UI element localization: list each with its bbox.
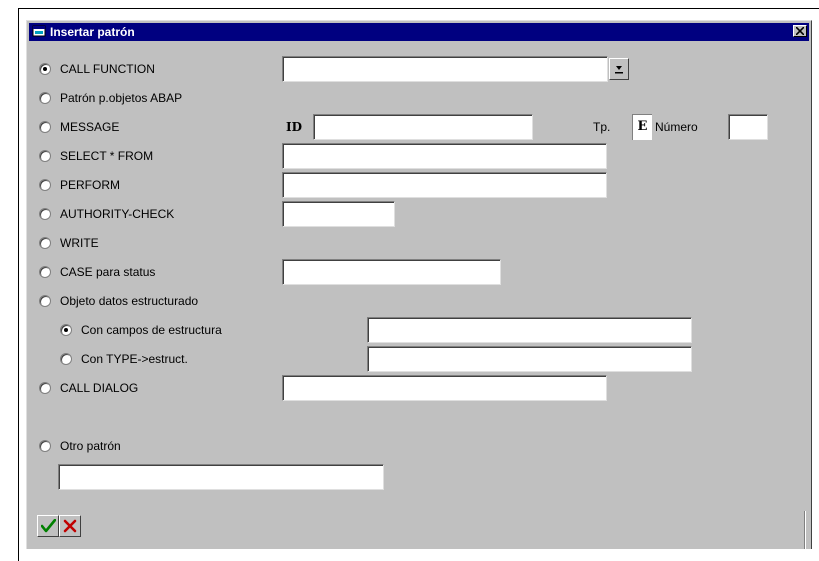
- checkmark-icon: [41, 519, 56, 533]
- message-numero-input[interactable]: [728, 114, 768, 140]
- window-icon: [32, 25, 46, 37]
- label-patron-objetos-abap: Patrón p.objetos ABAP: [60, 91, 183, 105]
- cancel-button[interactable]: [59, 515, 81, 537]
- radio-otro-patron[interactable]: [39, 440, 51, 452]
- call-dialog-input[interactable]: [282, 375, 607, 401]
- call-function-input[interactable]: [282, 56, 608, 82]
- label-authority-check: AUTHORITY-CHECK: [60, 207, 175, 221]
- label-call-function: CALL FUNCTION: [60, 62, 155, 76]
- label-otro-patron: Otro patrón: [60, 439, 121, 453]
- otro-patron-input[interactable]: [58, 464, 384, 490]
- radio-con-campos[interactable]: [60, 324, 72, 336]
- label-tp: Tp.: [593, 120, 611, 134]
- radio-call-function[interactable]: [39, 63, 51, 75]
- radio-con-type[interactable]: [60, 353, 72, 365]
- select-from-input[interactable]: [282, 143, 607, 169]
- label-message: MESSAGE: [60, 120, 120, 134]
- message-id-input[interactable]: [313, 114, 533, 140]
- dropdown-arrow-icon: [615, 66, 623, 74]
- close-icon: [796, 27, 804, 35]
- message-type-value[interactable]: E: [632, 114, 652, 140]
- radio-selected-dot: [64, 328, 68, 332]
- insert-pattern-dialog: Insertar patrón CALL FUNCTION Patrón p.o…: [26, 20, 812, 549]
- label-select-from: SELECT * FROM: [60, 149, 154, 163]
- radio-write[interactable]: [39, 237, 51, 249]
- authority-check-input[interactable]: [282, 201, 395, 227]
- radio-authority-check[interactable]: [39, 208, 51, 220]
- label-numero: Número: [655, 120, 698, 134]
- call-function-dropdown-button[interactable]: [609, 58, 629, 80]
- label-objeto-datos: Objeto datos estructurado: [60, 294, 199, 308]
- frame-line-top: [18, 8, 819, 9]
- status-separator: [804, 511, 806, 549]
- case-status-input[interactable]: [282, 259, 501, 285]
- window-title: Insertar patrón: [50, 25, 135, 39]
- label-message-id: ID: [286, 120, 303, 134]
- perform-input[interactable]: [282, 172, 607, 198]
- frame-line-left: [18, 8, 19, 561]
- label-call-dialog: CALL DIALOG: [60, 381, 139, 395]
- radio-message[interactable]: [39, 121, 51, 133]
- cancel-x-icon: [63, 519, 77, 533]
- radio-selected-dot: [43, 67, 47, 71]
- radio-patron-objetos-abap[interactable]: [39, 92, 51, 104]
- confirm-button[interactable]: [37, 515, 59, 537]
- radio-objeto-datos[interactable]: [39, 295, 51, 307]
- radio-case-status[interactable]: [39, 266, 51, 278]
- radio-call-dialog[interactable]: [39, 382, 51, 394]
- label-perform: PERFORM: [60, 178, 120, 192]
- title-bar: Insertar patrón: [29, 23, 809, 41]
- con-campos-input[interactable]: [367, 317, 692, 343]
- con-type-input[interactable]: [367, 346, 692, 372]
- radio-select-from[interactable]: [39, 150, 51, 162]
- radio-perform[interactable]: [39, 179, 51, 191]
- label-con-campos: Con campos de estructura: [81, 323, 222, 337]
- close-button[interactable]: [793, 25, 807, 37]
- label-case-status: CASE para status: [60, 265, 156, 279]
- label-write: WRITE: [60, 236, 99, 250]
- label-con-type: Con TYPE->estruct.: [81, 352, 188, 366]
